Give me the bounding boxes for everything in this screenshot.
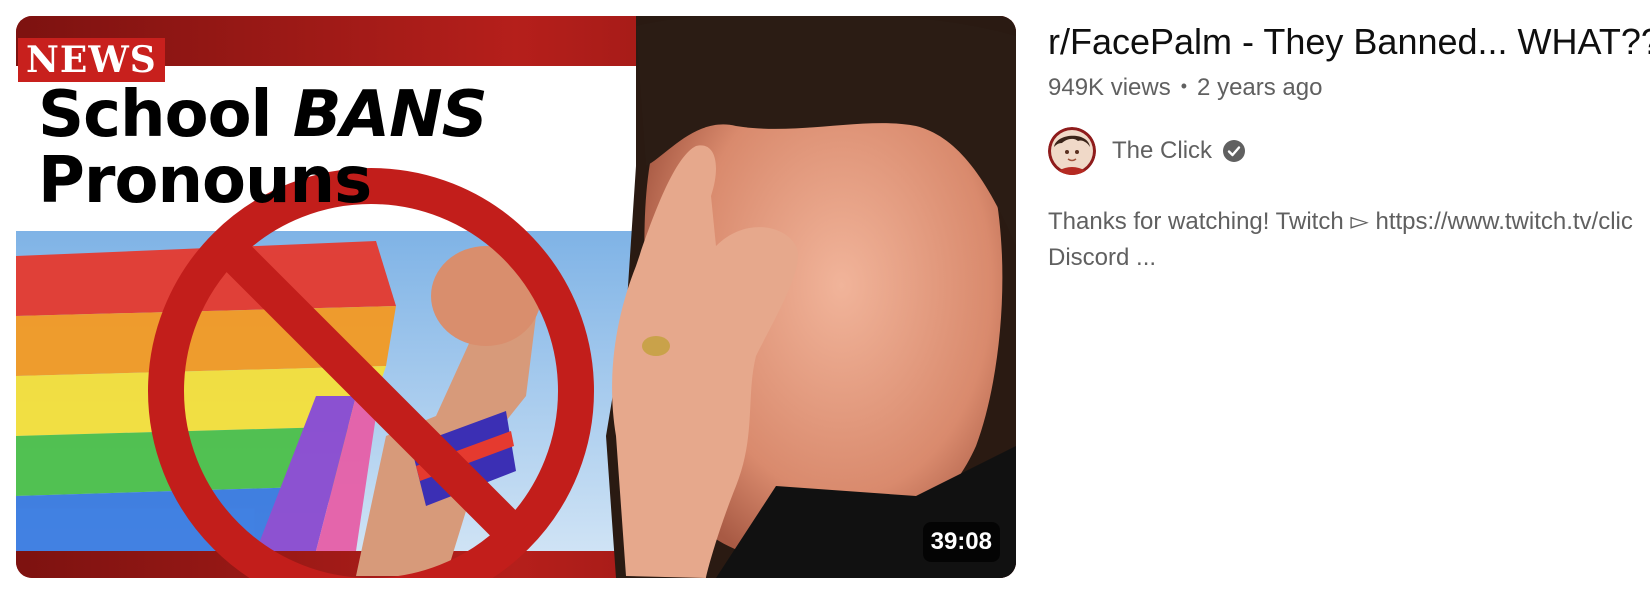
headline-word-bans: BANS (292, 78, 488, 152)
upload-age: 2 years ago (1197, 74, 1323, 101)
news-badge: NEWS (18, 38, 165, 82)
thumbnail-headline: School BANS Pronouns (38, 82, 638, 214)
headline-word-pronouns: Pronouns (38, 144, 372, 218)
video-title[interactable]: r/FacePalm - They Banned... WHAT?? (1048, 14, 1650, 70)
video-description-snippet: Thanks for watching! Twitch ▻ https://ww… (1048, 204, 1650, 276)
view-count: 949K views (1048, 74, 1171, 101)
description-line-2: Discord ... (1048, 244, 1157, 271)
video-metadata: 949K views • 2 years ago (1048, 70, 1650, 104)
channel-avatar[interactable] (1048, 127, 1096, 175)
video-details: r/FacePalm - They Banned... WHAT?? 949K … (1048, 14, 1650, 276)
duration-badge: 39:08 (922, 522, 1000, 562)
verified-check-icon (1223, 140, 1246, 162)
meta-separator: • (1180, 76, 1188, 96)
video-thumbnail[interactable]: NEWS School BANS Pronouns 39:08 (16, 16, 1016, 578)
headline-word-school: School (38, 78, 272, 152)
channel-name[interactable]: The Click (1112, 137, 1212, 165)
video-result-row[interactable]: NEWS School BANS Pronouns 39:08 r/FacePa… (0, 0, 1650, 594)
description-line-1: Thanks for watching! Twitch ▻ https://ww… (1048, 208, 1633, 235)
channel-link[interactable]: The Click (1048, 126, 1650, 176)
